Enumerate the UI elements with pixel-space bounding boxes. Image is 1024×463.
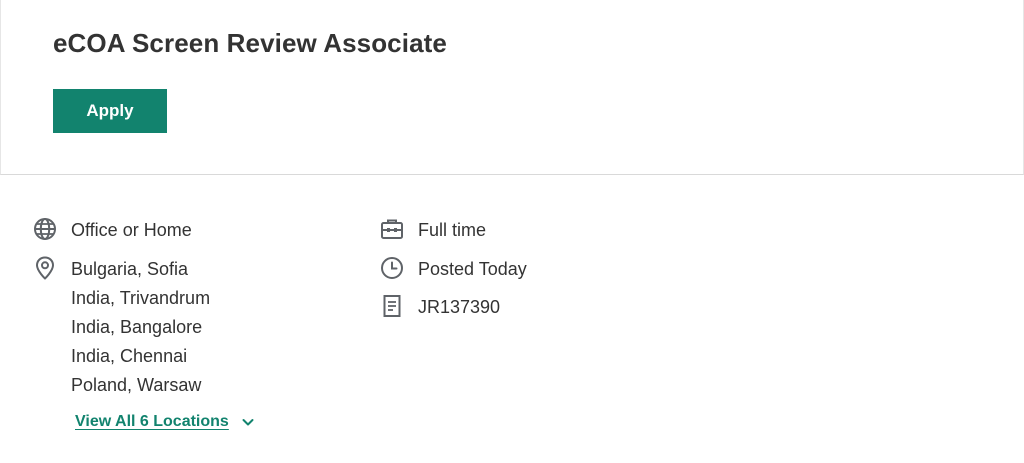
map-pin-icon (32, 255, 58, 281)
posted-text: Posted Today (418, 259, 527, 279)
view-all-locations-label[interactable]: View All 6 Locations (75, 413, 229, 431)
job-title: eCOA Screen Review Associate (53, 28, 447, 58)
location-item: India, Bangalore (71, 317, 203, 337)
apply-button[interactable]: Apply (53, 89, 167, 133)
employment-type-text: Full time (418, 220, 487, 240)
chevron-down-icon[interactable] (241, 415, 255, 429)
location-item: India, Trivandrum (71, 288, 211, 308)
location-item: Bulgaria, Sofia (71, 259, 189, 279)
work-mode-text: Office or Home (71, 220, 192, 240)
briefcase-icon (379, 216, 405, 242)
document-icon (379, 293, 405, 319)
clock-icon (379, 255, 405, 281)
location-item: Poland, Warsaw (71, 375, 202, 395)
employment-type-row: Full time (379, 216, 486, 245)
locations-row: Bulgaria, Sofia India, Trivandrum India,… (32, 255, 210, 400)
job-id-row: JR137390 (379, 293, 500, 322)
job-posting-page: eCOA Screen Review Associate Apply Offic… (0, 0, 1024, 463)
view-all-locations-link[interactable]: View All 6 Locations (75, 413, 255, 431)
globe-icon (32, 216, 58, 242)
posted-row: Posted Today (379, 255, 527, 284)
location-item: India, Chennai (71, 346, 188, 366)
work-mode-row: Office or Home (32, 216, 192, 245)
job-details: Office or Home Bulgaria, Sofia India, Tr… (0, 176, 1024, 463)
job-header: eCOA Screen Review Associate Apply (0, 0, 1024, 175)
job-id-text: JR137390 (418, 297, 501, 317)
locations-list: Bulgaria, Sofia India, Trivandrum India,… (71, 255, 210, 400)
